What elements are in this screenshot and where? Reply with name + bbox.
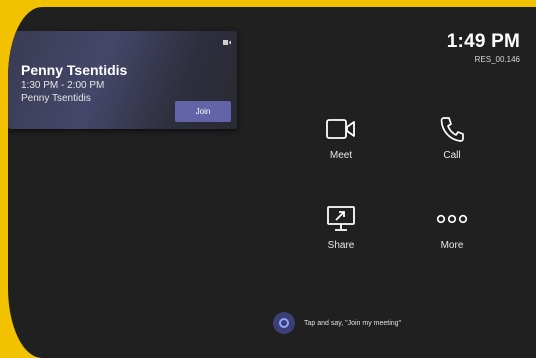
share-button[interactable]: Share [301, 203, 381, 263]
home-screen: 1:49 PM RES_00.146 Penny Tsentidis 1:30 … [8, 7, 536, 358]
call-label: Call [443, 150, 461, 161]
room-name: RES_00.146 [474, 55, 520, 64]
clock-panel: 1:49 PM RES_00.146 [447, 31, 520, 64]
screen-share-icon [327, 206, 355, 231]
meeting-time: 1:30 PM - 2:00 PM [21, 80, 105, 91]
more-button[interactable]: More [412, 203, 492, 263]
cortana-prompt[interactable]: Tap and say, "Join my meeting" [273, 312, 401, 334]
call-button[interactable]: Call [412, 113, 492, 173]
more-label: More [440, 240, 464, 251]
cortana-icon[interactable] [273, 312, 295, 334]
video-camera-icon [223, 40, 231, 45]
video-camera-icon [326, 119, 355, 139]
meet-button[interactable]: Meet [301, 113, 381, 173]
meeting-organizer: Penny Tsentidis [21, 93, 91, 104]
phone-icon [440, 117, 464, 142]
meeting-card[interactable]: Penny Tsentidis 1:30 PM - 2:00 PM Penny … [8, 31, 237, 129]
cortana-hint: Tap and say, "Join my meeting" [304, 319, 402, 327]
meet-label: Meet [329, 150, 353, 161]
meeting-title: Penny Tsentidis [21, 62, 128, 78]
share-label: Share [327, 240, 355, 251]
clock-time: 1:49 PM [446, 31, 520, 52]
more-dots-icon [436, 214, 468, 224]
join-button[interactable]: Join [175, 101, 231, 122]
